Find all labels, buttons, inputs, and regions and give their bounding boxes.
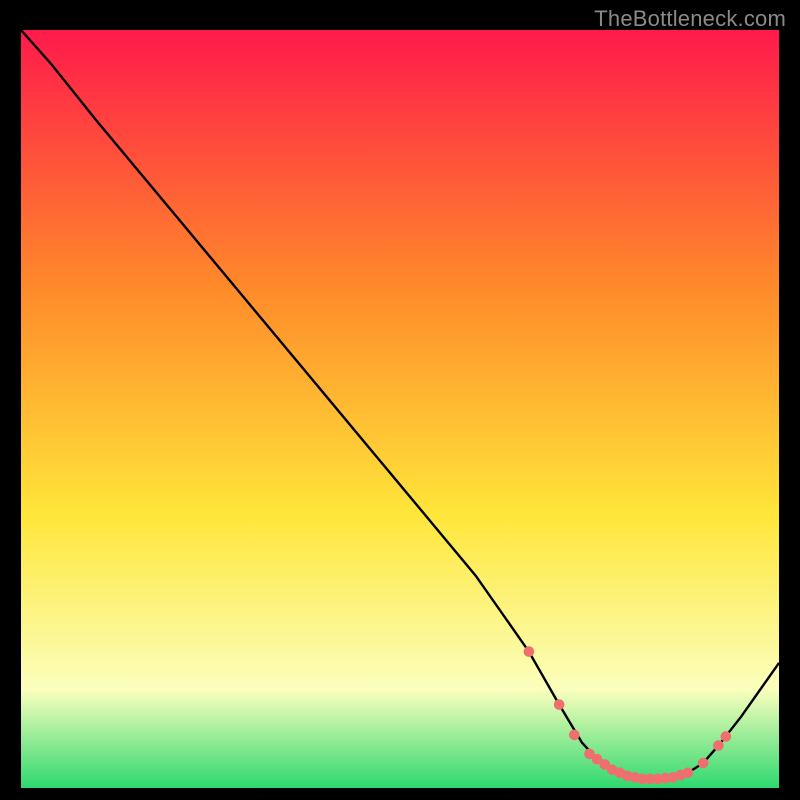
marker-dot xyxy=(554,699,565,710)
gradient-background xyxy=(21,30,779,788)
chart-frame: TheBottleneck.com xyxy=(0,0,800,800)
plot-area xyxy=(21,30,779,788)
chart-svg xyxy=(21,30,779,788)
marker-dot xyxy=(569,730,580,741)
marker-dot xyxy=(713,740,724,751)
marker-dot xyxy=(683,768,694,779)
marker-dot xyxy=(698,758,709,769)
marker-dot xyxy=(721,731,732,742)
marker-dot xyxy=(524,646,535,657)
watermark-text: TheBottleneck.com xyxy=(594,6,786,32)
